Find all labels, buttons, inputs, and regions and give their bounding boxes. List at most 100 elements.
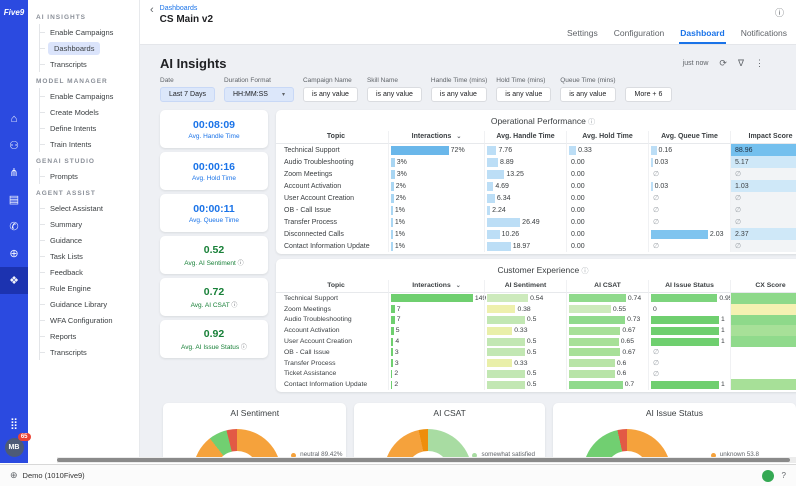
sidebar-item-dashboards[interactable]: Dashboards (40, 40, 135, 56)
column-header[interactable]: Impact Score (730, 131, 796, 144)
table-row[interactable]: Audio Troubleshooting 7 0.5 0.73 1 0. (276, 315, 796, 326)
sidebar-item-feedback[interactable]: Feedback (40, 264, 135, 280)
kpi-avg-queue-time[interactable]: 00:00:11 Avg. Queue Time (160, 194, 268, 232)
column-header[interactable]: AI CSAT (566, 280, 648, 293)
sidebar-item-rule-engine[interactable]: Rule Engine (40, 280, 135, 296)
value-cell: 0.67 (566, 325, 648, 336)
breadcrumb-link[interactable]: Dashboards (160, 5, 213, 12)
refresh-icon[interactable]: ⟳ (719, 58, 727, 69)
agent-status-icon[interactable] (762, 470, 774, 482)
handle-time-filter-value[interactable]: is any value (431, 87, 487, 102)
table-row[interactable]: Technical Support 149 0.54 0.74 0.95 0. (276, 293, 796, 304)
sidebar-item-guidance[interactable]: Guidance (40, 232, 135, 248)
kpi-avg-handle-time[interactable]: 00:08:09 Avg. Handle Time (160, 110, 268, 148)
sidebar-item-guidance-library[interactable]: Guidance Library (40, 296, 135, 312)
kpi-avg-ai-issue-status[interactable]: 0.92 Avg. AI Issue Status ⓘ (160, 320, 268, 358)
sidebar-item-wfa-configuration[interactable]: WFA Configuration (40, 312, 135, 328)
kebab-menu-icon[interactable]: ⋮ (755, 58, 764, 69)
sidebar-item-enable-campaigns[interactable]: Enable Campaigns (40, 24, 135, 40)
table-row[interactable]: Contact Information Update 2 0.5 0.7 1 0… (276, 379, 796, 390)
sidebar-item-train-intents[interactable]: Train Intents (40, 136, 135, 152)
table-row[interactable]: Ticket Assistance 2 0.5 0.6 ∅ (276, 369, 796, 380)
value-cell: 0.03 (648, 180, 730, 192)
table-row[interactable]: User Account Creation 2% 6.34 0.00 ∅ ∅ (276, 192, 796, 204)
value-cell: 0.5 (484, 315, 566, 326)
table-row[interactable]: Technical Support 72% 7.76 0.33 0.16 88.… (276, 144, 796, 156)
filter-icon[interactable]: ∇ (738, 58, 744, 69)
table-row[interactable]: Disconnected Calls 1% 10.26 0.00 2.03 2.… (276, 228, 796, 240)
scrollbar-thumb[interactable] (57, 458, 790, 462)
value-cell: 0.33 (566, 144, 648, 156)
column-header[interactable]: Avg. Handle Time (484, 131, 566, 144)
table-row[interactable]: OB - Call Issue 3 0.5 0.67 ∅ (276, 347, 796, 358)
sidebar-item-transcripts[interactable]: Transcripts (40, 56, 135, 72)
kpi-avg-ai-csat[interactable]: 0.72 Avg. AI CSAT ⓘ (160, 278, 268, 316)
tab-settings[interactable]: Settings (566, 24, 599, 44)
hold-time-filter-value[interactable]: is any value (496, 87, 551, 102)
table-row[interactable]: Audio Troubleshooting 3% 8.89 0.00 0.03 … (276, 156, 796, 168)
column-header[interactable]: Avg. Hold Time (566, 131, 648, 144)
help-icon[interactable]: ? (782, 471, 786, 480)
value-cell: 0.00 (566, 204, 648, 216)
workflow-icon[interactable]: ⋔ (0, 159, 28, 186)
info-icon[interactable]: ⓘ (582, 268, 589, 275)
sidebar-item-summary[interactable]: Summary (40, 216, 135, 232)
table-row[interactable]: OB - Call Issue 1% 2.24 0.00 ∅ ∅ (276, 204, 796, 216)
kpi-avg-hold-time[interactable]: 00:00:16 Avg. Hold Time (160, 152, 268, 190)
column-header[interactable]: AI Sentiment (484, 280, 566, 293)
table-row[interactable]: Transfer Process 1% 26.49 0.00 ∅ ∅ (276, 216, 796, 228)
column-header[interactable]: Topic (276, 280, 388, 293)
sidebar-item-reports[interactable]: Reports (40, 328, 135, 344)
table-row[interactable]: Contact Information Update 1% 18.97 0.00… (276, 240, 796, 252)
column-header-sorted[interactable]: Interactions⌄ (388, 280, 484, 293)
globe-icon[interactable]: ⊕ (0, 240, 28, 267)
customer-experience-card: Customer Experience ⓘ Topic Interactions… (276, 259, 796, 392)
sidebar-item-prompts[interactable]: Prompts (40, 168, 135, 184)
duration-format-dropdown[interactable]: HH:MM:SS ▾ (224, 87, 294, 102)
sidebar-item-create-models[interactable]: Create Models (40, 104, 135, 120)
date-filter-value[interactable]: Last 7 Days (160, 87, 215, 102)
avatar[interactable]: MB 65 (5, 438, 24, 457)
column-header[interactable]: Topic (276, 131, 388, 144)
apps-grid-icon[interactable]: ⣿ (10, 417, 18, 430)
tab-notifications[interactable]: Notifications (740, 24, 788, 44)
table-row[interactable]: User Account Creation 4 0.5 0.65 1 0. (276, 336, 796, 347)
phone-settings-icon[interactable]: ✆ (0, 213, 28, 240)
sidebar-item-select-assistant[interactable]: Select Assistant (40, 200, 135, 216)
notes-icon[interactable]: ▤ (0, 186, 28, 213)
column-header[interactable]: CX Score (730, 280, 796, 293)
sidebar-item-transcripts-aa[interactable]: Transcripts (40, 344, 135, 360)
table-row[interactable]: Transfer Process 3 0.33 0.6 ∅ (276, 358, 796, 369)
column-header[interactable]: AI Issue Status (648, 280, 730, 293)
tab-configuration[interactable]: Configuration (613, 24, 666, 44)
table-row[interactable]: Zoom Meetings 3% 13.25 0.00 ∅ ∅ (276, 168, 796, 180)
horizontal-scrollbar[interactable] (57, 457, 796, 463)
campaign-name-filter-value[interactable]: is any value (303, 87, 358, 102)
home-icon[interactable]: ⌂ (0, 105, 28, 132)
filter-skill-name: Skill Name is any value (367, 77, 422, 102)
kpi-avg-ai-sentiment[interactable]: 0.52 Avg. AI Sentiment ⓘ (160, 236, 268, 274)
skill-name-filter-value[interactable]: is any value (367, 87, 422, 102)
back-button[interactable]: ‹ (150, 5, 154, 15)
info-icon[interactable]: ⓘ (588, 119, 595, 126)
sidebar-item-task-lists[interactable]: Task Lists (40, 248, 135, 264)
table-row[interactable]: Account Activation 5 0.33 0.67 1 0. (276, 325, 796, 336)
sidebar-item-define-intents[interactable]: Define Intents (40, 120, 135, 136)
table-row[interactable]: Zoom Meetings 7 0.38 0.55 0 0. (276, 304, 796, 315)
sidebar-item-enable-campaigns-mm[interactable]: Enable Campaigns (40, 88, 135, 104)
value-cell: 3% (388, 168, 484, 180)
value-cell: 4 (388, 336, 484, 347)
queue-time-filter-value[interactable]: is any value (560, 87, 615, 102)
table-row[interactable]: Account Activation 2% 4.69 0.00 0.03 1.0… (276, 180, 796, 192)
more-filters-button[interactable]: More + 6 (625, 87, 673, 102)
score-cell: ∅ (730, 192, 796, 204)
agent-assist-icon[interactable]: ❖ (0, 267, 28, 294)
value-cell: 1 (648, 336, 730, 347)
info-icon[interactable]: ⓘ (775, 6, 784, 19)
column-header[interactable]: Avg. Queue Time (648, 131, 730, 144)
value-cell: ∅ (648, 347, 730, 358)
users-icon[interactable]: ⚇ (0, 132, 28, 159)
score-cell: 5.17 (730, 156, 796, 168)
tab-dashboard[interactable]: Dashboard (679, 24, 725, 44)
column-header-sorted[interactable]: Interactions⌄ (388, 131, 484, 144)
